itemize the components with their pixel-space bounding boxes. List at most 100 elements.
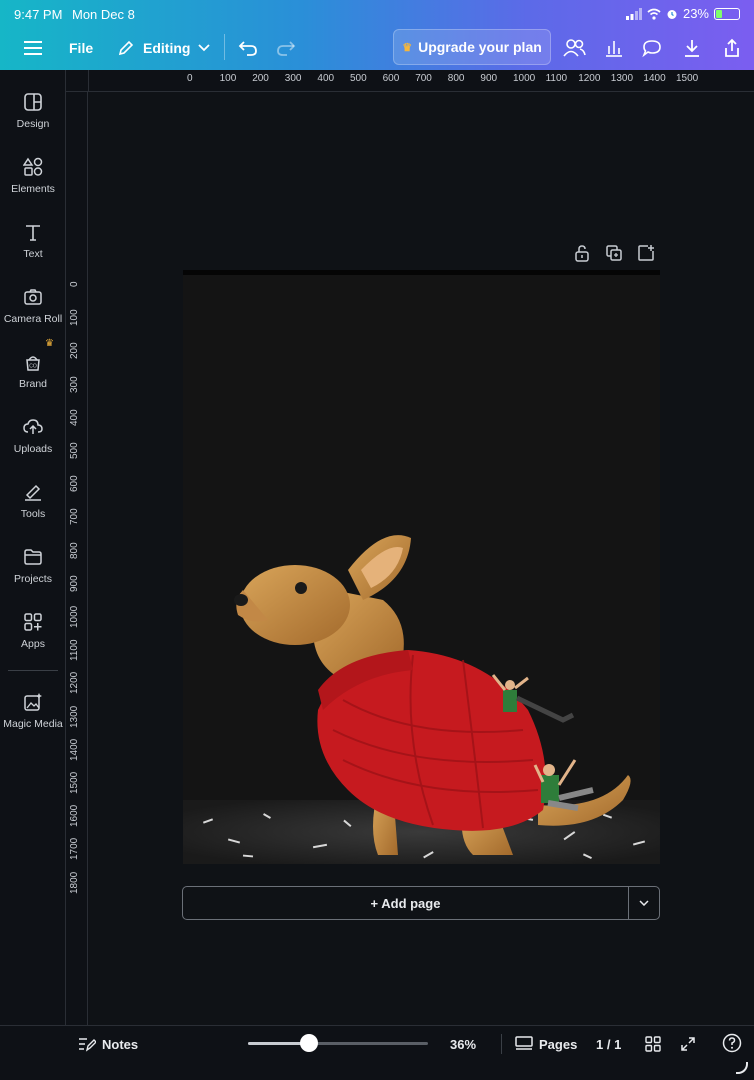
ruler-top-tick-label: 1200 xyxy=(578,73,601,84)
pencil-icon xyxy=(118,40,134,56)
sidebar-item-text[interactable]: Text xyxy=(0,222,66,260)
chevron-down-icon xyxy=(639,900,649,906)
sidebar-item-elements[interactable]: Elements xyxy=(0,157,66,195)
page-tools xyxy=(573,244,655,262)
sidebar-item-label: Camera Roll xyxy=(3,313,63,325)
elements-icon xyxy=(23,157,43,176)
ruler-top-tick-label: 200 xyxy=(252,73,269,84)
download-icon xyxy=(685,40,699,57)
menu-icon[interactable] xyxy=(24,34,42,62)
magic-media-icon xyxy=(24,693,42,711)
upgrade-plan-button[interactable]: ♛ Upgrade your plan xyxy=(393,29,551,65)
sidebar-item-camera-roll[interactable]: Camera Roll xyxy=(0,287,66,325)
add-page-icon[interactable] xyxy=(637,244,655,262)
upgrade-label: Upgrade your plan xyxy=(418,39,542,55)
redo-button[interactable] xyxy=(276,34,296,62)
sidebar-item-tools[interactable]: Tools xyxy=(0,482,66,520)
uploads-icon xyxy=(23,419,43,434)
ruler-top-tick-label: 700 xyxy=(415,73,432,84)
page-counter: 1 / 1 xyxy=(596,1036,622,1052)
ruler-horizontal: 0 100 200 300 400 500 600 700 800 900 1000 1100 1200… xyxy=(66,70,754,92)
download-button[interactable] xyxy=(682,34,702,62)
sidebar-item-design[interactable]: Design xyxy=(0,92,66,130)
insights-button[interactable] xyxy=(604,34,624,62)
sidebar-item-label: Elements xyxy=(11,183,55,195)
design-page[interactable] xyxy=(183,270,660,864)
file-menu-button[interactable]: File xyxy=(69,34,93,62)
sidebar-item-label: Text xyxy=(23,248,43,260)
sidebar-item-label: Tools xyxy=(20,508,46,520)
help-icon xyxy=(722,1033,742,1053)
battery-percent: 23% xyxy=(682,6,709,21)
sidebar-divider xyxy=(8,670,58,671)
crown-icon: ♛ xyxy=(402,41,413,54)
ruler-left-tick-label: 1800 xyxy=(69,871,80,894)
ruler-vertical: 0 100 200 300 400 500 600 700 800 900 1000 1100 1200… xyxy=(66,92,88,1025)
signal-icon xyxy=(625,7,642,20)
zoom-slider[interactable] xyxy=(248,1034,428,1052)
redo-icon xyxy=(277,41,296,56)
ruler-top-tick-label: 500 xyxy=(350,73,367,84)
add-page-button[interactable]: + Add page xyxy=(183,887,629,919)
sidebar-item-uploads[interactable]: Uploads xyxy=(0,417,66,455)
projects-icon xyxy=(24,549,42,565)
ruler-top-tick-label: 800 xyxy=(447,73,465,84)
tools-icon xyxy=(25,484,41,501)
chevron-down-icon xyxy=(198,44,211,52)
comment-button[interactable] xyxy=(642,34,662,62)
apps-icon xyxy=(24,613,42,631)
sidebar-item-label: Magic Media xyxy=(3,718,63,730)
ruler-top-tick-label: 1300 xyxy=(610,73,634,84)
crown-icon: ♛ xyxy=(45,338,54,349)
ruler-top-tick-label: 1000 xyxy=(513,73,536,84)
grid-icon xyxy=(645,1036,661,1052)
editing-label: Editing xyxy=(143,40,191,56)
ruler-top-tick-label: 600 xyxy=(382,73,400,84)
sidebar-item-label: Apps xyxy=(21,638,45,650)
notes-icon xyxy=(79,1038,96,1052)
pages-label: Pages xyxy=(539,1036,578,1052)
notes-button[interactable]: Notes xyxy=(78,1032,138,1056)
expand-icon xyxy=(681,1037,695,1051)
ruler-top-tick-label: 400 xyxy=(317,73,335,84)
bottom-divider xyxy=(501,1034,502,1054)
lock-icon[interactable] xyxy=(573,244,591,262)
ruler-top-tick-label: 1500 xyxy=(676,73,699,84)
zoom-level[interactable]: 36% xyxy=(450,1032,476,1056)
fullscreen-button[interactable] xyxy=(680,1032,696,1056)
ruler-corner xyxy=(66,70,89,92)
sidebar-item-label: Uploads xyxy=(13,443,53,455)
share-people-button[interactable] xyxy=(562,34,586,62)
grid-view-button[interactable] xyxy=(645,1032,661,1056)
help-button[interactable] xyxy=(722,1031,742,1055)
add-page-bar: + Add page xyxy=(182,886,660,920)
sidebar-item-apps[interactable]: Apps xyxy=(0,612,66,650)
sidebar-item-magic-media[interactable]: Magic Media xyxy=(0,692,66,730)
people-icon xyxy=(563,39,586,57)
battery-icon xyxy=(714,7,740,20)
add-page-options-button[interactable] xyxy=(629,887,659,919)
status-time: 9:47 PM xyxy=(14,7,63,22)
wifi-icon xyxy=(647,8,661,20)
notes-label: Notes xyxy=(102,1036,139,1052)
share-icon xyxy=(725,38,739,57)
undo-button[interactable] xyxy=(238,34,258,62)
toolbar-divider xyxy=(224,34,225,60)
ruler-left-tick-label: 900 xyxy=(69,575,80,592)
ruler-top-tick-label: 300 xyxy=(284,73,302,84)
text-icon xyxy=(26,225,40,241)
sidebar-item-brand[interactable]: ♛ CO Brand xyxy=(0,338,66,390)
ruler-top-tick-label: 0 xyxy=(187,73,193,84)
design-image[interactable] xyxy=(183,270,660,864)
pages-icon xyxy=(515,1036,533,1050)
duplicate-page-icon[interactable] xyxy=(605,244,623,262)
top-toolbar: 9:47 PM Mon Dec 8 23% File Editing ♛ Upg… xyxy=(0,0,754,70)
alarm-icon xyxy=(667,9,677,19)
ruler-top-tick-label: 1100 xyxy=(545,73,568,84)
pages-button[interactable]: Pages xyxy=(515,1032,577,1056)
status-indicators: 23% xyxy=(625,6,740,21)
export-button[interactable] xyxy=(722,34,742,62)
sidebar-item-label: Projects xyxy=(14,573,52,585)
editing-mode-button[interactable]: Editing xyxy=(117,34,211,62)
sidebar-item-projects[interactable]: Projects xyxy=(0,547,66,585)
